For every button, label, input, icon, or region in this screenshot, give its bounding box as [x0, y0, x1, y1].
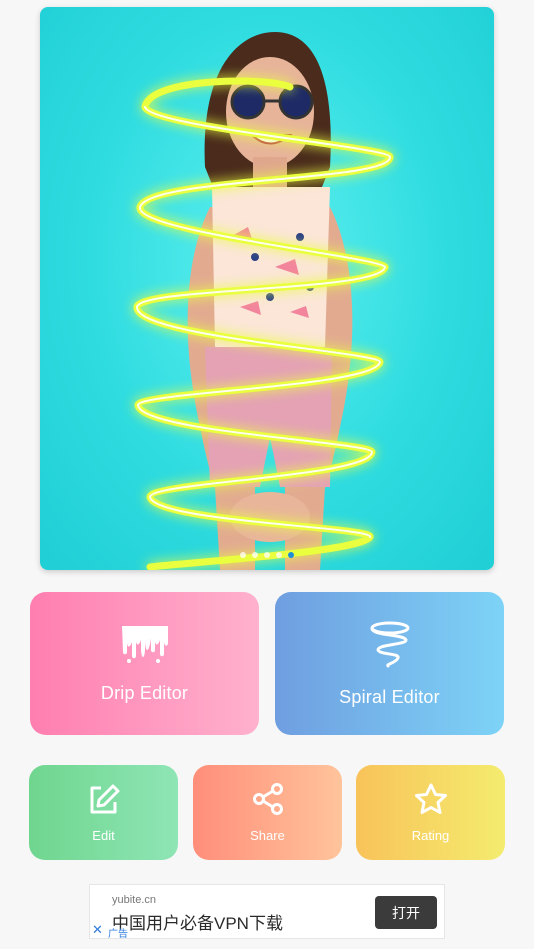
drip-icon	[120, 624, 170, 669]
ad-label: 广告	[108, 929, 128, 940]
spiral-editor-button[interactable]: Spiral Editor	[275, 592, 504, 735]
star-icon	[414, 783, 448, 820]
ad-banner[interactable]: yubite.cn 中国用户必备VPN下载 打开 ✕ 广告	[89, 884, 445, 940]
spiral-editor-label: Spiral Editor	[339, 686, 440, 707]
rating-button[interactable]: Rating	[356, 765, 505, 860]
carousel-indicator	[40, 552, 494, 558]
edit-label: Edit	[92, 827, 115, 843]
ad-headline[interactable]: 中国用户必备VPN下载	[112, 909, 283, 934]
carousel-dot-active[interactable]	[288, 552, 294, 558]
tank-top	[212, 187, 330, 347]
drip-editor-label: Drip Editor	[100, 682, 189, 703]
neck-shape	[253, 157, 287, 192]
carousel-dot[interactable]	[252, 552, 258, 558]
share-label: Share	[250, 827, 285, 843]
ad-domain: yubite.cn	[112, 894, 157, 906]
drip-editor-button[interactable]: Drip Editor	[30, 592, 259, 735]
carousel-dot[interactable]	[240, 552, 246, 558]
carousel-dot[interactable]	[276, 552, 282, 558]
ad-open-button[interactable]: 打开	[375, 896, 437, 929]
close-icon[interactable]: ✕	[92, 923, 103, 937]
sunglasses-left	[230, 84, 266, 120]
spiral-icon	[368, 620, 412, 673]
denim-shorts	[205, 347, 332, 487]
banner-illustration	[133, 32, 394, 570]
hero-banner[interactable]	[40, 7, 494, 570]
carousel-dot[interactable]	[264, 552, 270, 558]
share-button[interactable]: Share	[193, 765, 342, 860]
share-icon	[251, 782, 285, 820]
edit-button[interactable]: Edit	[29, 765, 178, 860]
rating-label: Rating	[411, 827, 450, 843]
edit-icon	[87, 783, 121, 820]
sunglasses-right	[278, 84, 314, 120]
